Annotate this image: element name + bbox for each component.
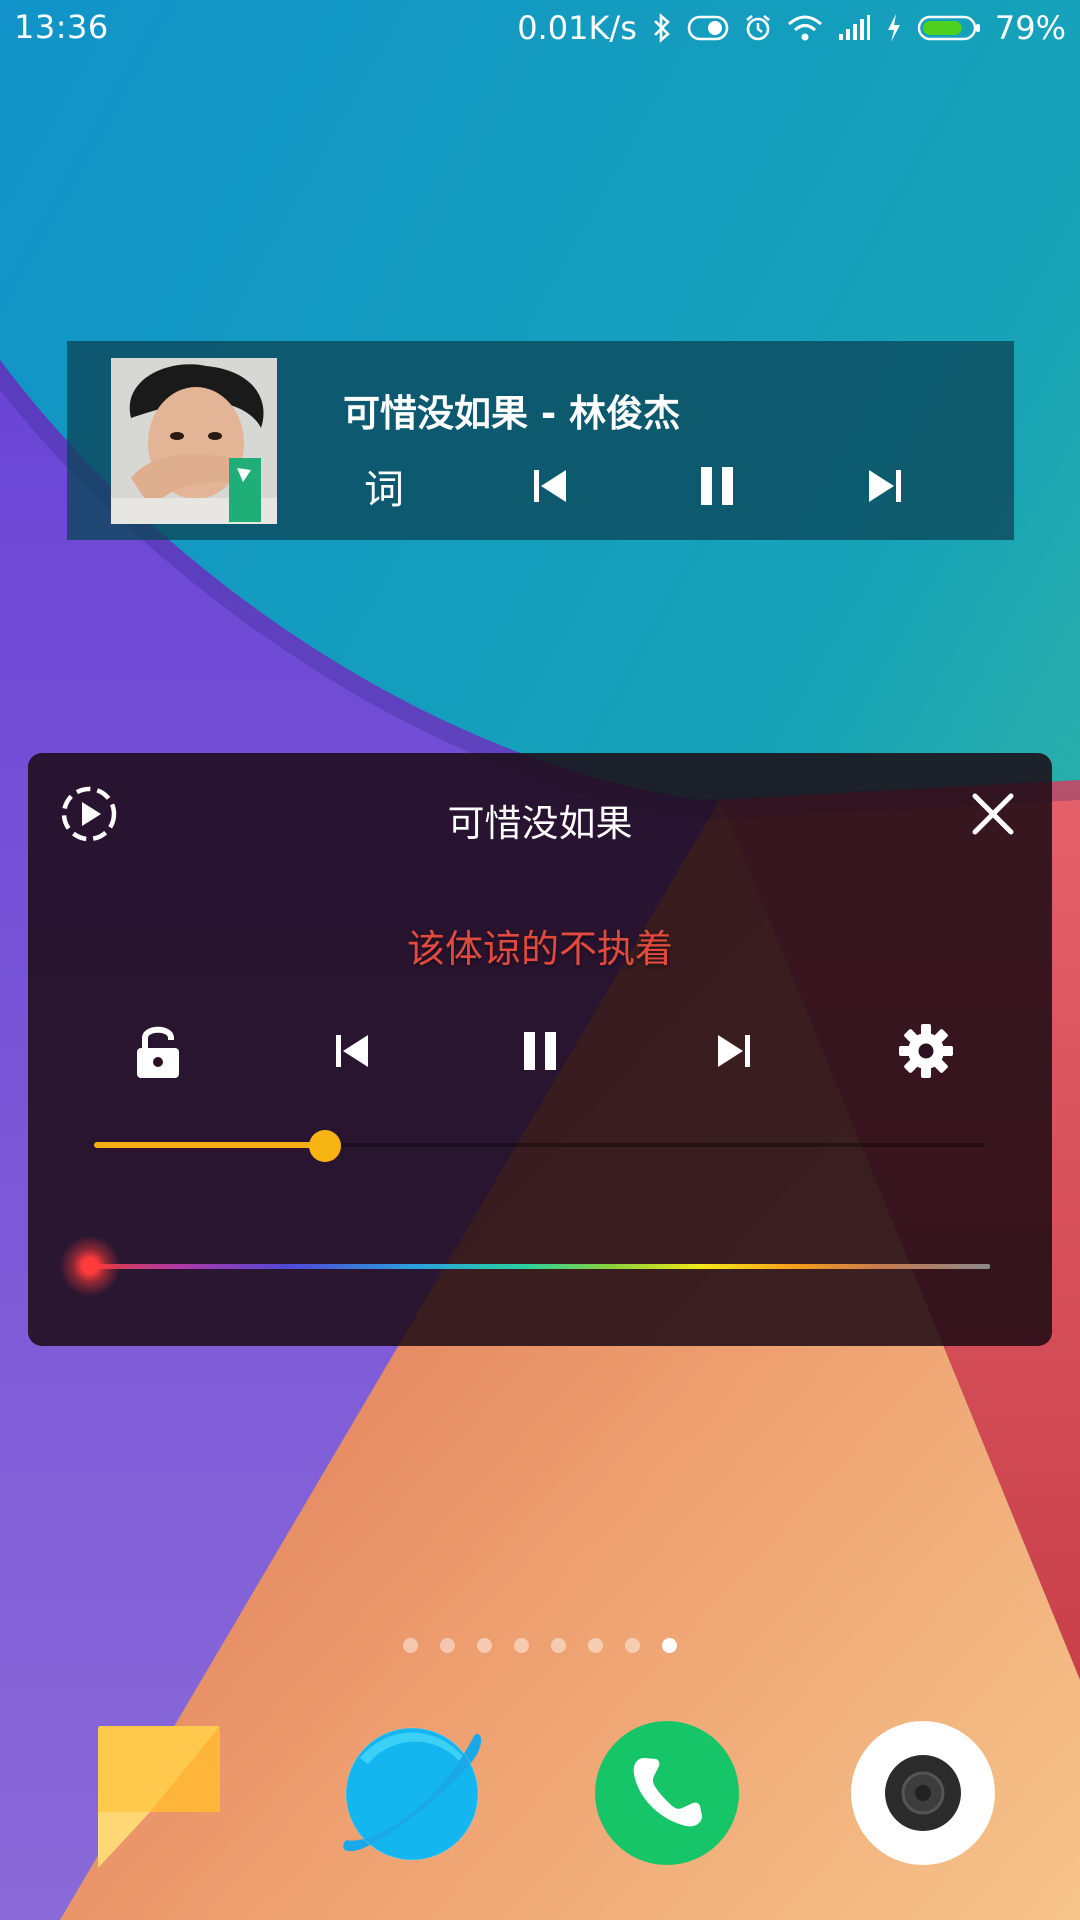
previous-icon bbox=[534, 470, 566, 502]
home-screen: 13:36 0.01K/s 79% 可惜没如果 - 林俊杰 词 可惜没如果 该体… bbox=[0, 0, 1080, 1920]
floating-lyrics-panel[interactable]: 可惜没如果 该体谅的不执着 bbox=[28, 753, 1052, 1346]
dock-app-browser[interactable] bbox=[340, 1718, 490, 1868]
widget-previous-button[interactable] bbox=[515, 451, 585, 521]
panel-previous-button[interactable] bbox=[314, 1013, 390, 1089]
phone-icon bbox=[595, 1721, 739, 1865]
page-dot[interactable] bbox=[440, 1638, 455, 1653]
page-dot[interactable] bbox=[514, 1638, 529, 1653]
close-button[interactable] bbox=[968, 789, 1018, 839]
widget-next-button[interactable] bbox=[850, 451, 920, 521]
next-icon bbox=[869, 470, 901, 502]
status-time: 13:36 bbox=[14, 8, 109, 46]
lyric-sung-part: 该体谅的不执着 bbox=[406, 927, 673, 971]
pause-icon bbox=[524, 1032, 556, 1070]
panel-next-button[interactable] bbox=[696, 1013, 772, 1089]
previous-icon bbox=[336, 1035, 368, 1067]
panel-song-title: 可惜没如果 bbox=[447, 802, 633, 845]
camera-icon bbox=[851, 1721, 995, 1865]
widget-pause-button[interactable] bbox=[682, 451, 752, 521]
color-handle[interactable] bbox=[60, 1236, 120, 1296]
notes-icon bbox=[98, 1726, 220, 1868]
wifi-icon bbox=[787, 13, 823, 43]
page-dot[interactable] bbox=[662, 1638, 677, 1653]
font-size-handle[interactable] bbox=[309, 1130, 342, 1162]
font-size-slider[interactable] bbox=[94, 1130, 984, 1162]
dock-app-camera[interactable] bbox=[848, 1718, 998, 1868]
network-speed: 0.01K/s bbox=[517, 9, 637, 47]
status-bar: 13:36 0.01K/s 79% bbox=[0, 0, 1080, 56]
bluetooth-icon bbox=[651, 13, 673, 43]
page-dot[interactable] bbox=[551, 1638, 566, 1653]
charging-icon bbox=[885, 13, 903, 43]
page-dot[interactable] bbox=[625, 1638, 640, 1653]
close-icon bbox=[972, 793, 1014, 835]
lock-button[interactable] bbox=[120, 1013, 196, 1089]
page-dot[interactable] bbox=[477, 1638, 492, 1653]
alarm-icon bbox=[743, 13, 773, 43]
pause-icon bbox=[701, 467, 733, 505]
next-icon bbox=[718, 1035, 750, 1067]
signal-icon bbox=[837, 14, 871, 42]
settings-icon bbox=[899, 1024, 953, 1078]
music-widget[interactable]: 可惜没如果 - 林俊杰 词 bbox=[67, 341, 1014, 540]
battery-icon bbox=[917, 14, 981, 42]
current-lyric-line: 该体谅的不执着 bbox=[28, 918, 1052, 973]
settings-button[interactable] bbox=[888, 1013, 964, 1089]
lyrics-toggle-button[interactable]: 词 bbox=[349, 451, 419, 521]
lock-icon bbox=[137, 1026, 179, 1078]
battery-percent: 79% bbox=[994, 9, 1066, 47]
lyric-color-slider[interactable] bbox=[60, 1236, 990, 1296]
page-indicator bbox=[0, 1638, 1080, 1653]
page-dot[interactable] bbox=[403, 1638, 418, 1653]
dock-app-notes[interactable] bbox=[88, 1718, 238, 1868]
panel-pause-button[interactable] bbox=[502, 1013, 578, 1089]
status-icons: 0.01K/s 79% bbox=[517, 6, 1066, 50]
toggle-icon bbox=[687, 14, 729, 42]
dock-app-phone[interactable] bbox=[592, 1718, 742, 1868]
browser-icon bbox=[343, 1727, 482, 1861]
font-size-fill bbox=[94, 1142, 326, 1148]
widget-song-title: 可惜没如果 - 林俊杰 bbox=[343, 392, 681, 435]
lyrics-button-label: 词 bbox=[364, 467, 404, 513]
album-art[interactable] bbox=[111, 358, 277, 524]
color-spectrum-track bbox=[90, 1264, 990, 1269]
page-dot[interactable] bbox=[588, 1638, 603, 1653]
